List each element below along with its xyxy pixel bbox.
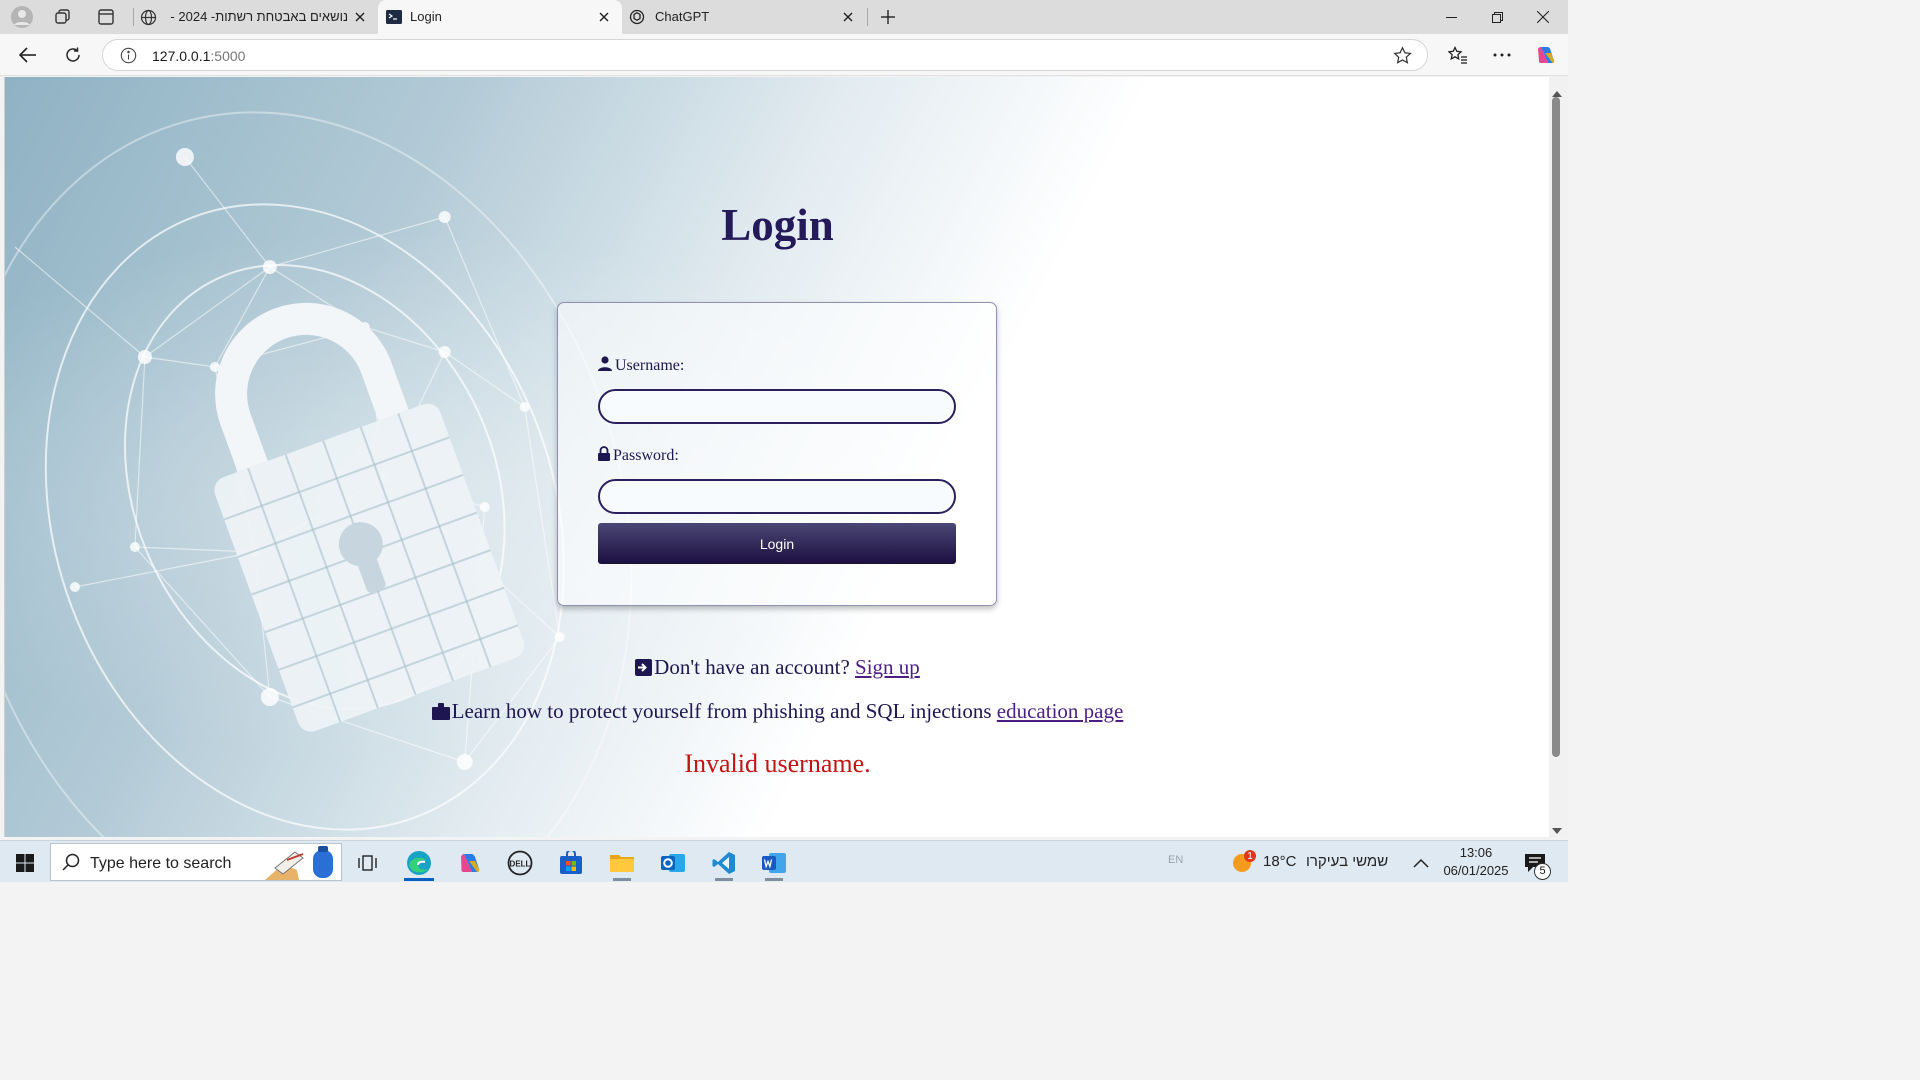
tab-network-security[interactable]: נושאים באבטחת רשתות- 2024 - ר bbox=[134, 0, 378, 34]
file-explorer-icon[interactable] bbox=[601, 845, 643, 881]
url-text: 127.0.0.1:5000 bbox=[152, 48, 246, 64]
windows-start-icon[interactable] bbox=[4, 845, 46, 881]
education-prompt: Learn how to protect yourself from phish… bbox=[451, 699, 992, 723]
lock-icon bbox=[598, 446, 610, 466]
scrollbar-thumb[interactable] bbox=[1552, 97, 1560, 757]
favorite-star-icon[interactable] bbox=[1393, 46, 1412, 70]
workspaces-icon[interactable] bbox=[50, 5, 76, 29]
tab-title: Login bbox=[410, 9, 442, 24]
restore-icon[interactable] bbox=[1474, 0, 1520, 34]
sign-in-arrow-icon bbox=[635, 657, 653, 682]
education-link[interactable]: education page bbox=[997, 699, 1124, 723]
education-line: Learn how to protect yourself from phish… bbox=[5, 699, 1549, 726]
password-field[interactable] bbox=[598, 479, 956, 514]
close-tab-icon[interactable] bbox=[596, 9, 612, 25]
globe-icon bbox=[140, 9, 157, 29]
refresh-icon[interactable] bbox=[58, 41, 88, 69]
search-icon bbox=[62, 853, 80, 876]
new-tab-plus-icon[interactable] bbox=[875, 5, 901, 29]
tab-login[interactable]: Login bbox=[378, 0, 622, 34]
book-icon bbox=[431, 701, 450, 726]
search-placeholder: Type here to search bbox=[90, 855, 232, 872]
show-hidden-icons-chevron-icon[interactable] bbox=[1413, 855, 1429, 873]
username-field[interactable] bbox=[598, 389, 956, 424]
error-message: Invalid username. bbox=[684, 749, 871, 778]
microsoft-store-icon[interactable] bbox=[550, 845, 592, 881]
vertical-tabs-icon[interactable] bbox=[93, 5, 119, 29]
windows-taskbar: Type here to search DELL EN 1 18°C שמשי … bbox=[0, 840, 1568, 882]
minimize-icon[interactable] bbox=[1428, 0, 1474, 34]
profile-avatar-icon[interactable] bbox=[9, 5, 35, 29]
vscode-icon[interactable] bbox=[703, 845, 745, 881]
notification-count-badge: 5 bbox=[1534, 863, 1551, 880]
username-label: Username: bbox=[598, 356, 684, 376]
address-bar[interactable]: 127.0.0.1:5000 bbox=[102, 39, 1428, 71]
tab-title: נושאים באבטחת רשתות- 2024 - ר bbox=[168, 9, 348, 24]
copilot-icon[interactable] bbox=[1531, 41, 1561, 69]
login-form: Username: Password: Login bbox=[557, 302, 997, 606]
signup-prompt: Don't have an account? bbox=[654, 655, 850, 679]
clock-time[interactable]: 13:06 bbox=[1446, 845, 1506, 860]
weather-temperature[interactable]: 18°C bbox=[1263, 853, 1297, 870]
page-title: Login bbox=[721, 200, 834, 250]
signup-line: Don't have an account? Sign up bbox=[5, 655, 1549, 682]
svg-text:DELL: DELL bbox=[510, 860, 531, 869]
back-arrow-icon[interactable] bbox=[13, 41, 43, 69]
taskbar-search[interactable]: Type here to search bbox=[50, 843, 342, 881]
edge-browser-icon[interactable] bbox=[398, 845, 440, 881]
search-highlight-icon bbox=[263, 846, 341, 885]
browser-toolbar: 127.0.0.1:5000 bbox=[0, 34, 1568, 76]
login-button[interactable]: Login bbox=[598, 523, 956, 564]
password-label: Password: bbox=[598, 446, 679, 466]
signup-link[interactable]: Sign up bbox=[855, 655, 920, 679]
chatgpt-icon bbox=[629, 9, 645, 28]
favorites-icon[interactable] bbox=[1443, 41, 1473, 69]
page-content: Login Username: Password: Login Don't ha… bbox=[4, 77, 1549, 837]
close-tab-icon[interactable] bbox=[840, 9, 856, 25]
clock-date[interactable]: 06/01/2025 bbox=[1441, 863, 1511, 878]
close-tab-icon[interactable] bbox=[352, 9, 368, 25]
close-window-icon[interactable] bbox=[1520, 0, 1566, 34]
language-indicator[interactable]: EN bbox=[1168, 854, 1183, 866]
weather-badge: 1 bbox=[1247, 851, 1253, 862]
user-icon bbox=[598, 356, 612, 376]
tab-separator bbox=[867, 8, 868, 26]
tab-title: ChatGPT bbox=[655, 9, 710, 24]
copilot-app-icon[interactable] bbox=[449, 845, 491, 881]
outlook-icon[interactable] bbox=[652, 845, 694, 881]
tab-strip: נושאים באבטחת רשתות- 2024 - ר Login Chat… bbox=[0, 0, 1568, 34]
more-options-icon[interactable] bbox=[1487, 41, 1517, 69]
dell-icon[interactable]: DELL bbox=[499, 845, 541, 881]
weather-condition[interactable]: שמשי בעיקרו bbox=[1306, 853, 1388, 870]
site-info-icon[interactable] bbox=[120, 47, 137, 69]
word-icon[interactable] bbox=[753, 845, 795, 881]
task-view-icon[interactable] bbox=[346, 845, 388, 881]
terminal-icon bbox=[386, 10, 402, 27]
scroll-down-icon[interactable] bbox=[1552, 821, 1562, 839]
page-scrollbar[interactable] bbox=[1549, 77, 1568, 837]
tab-chatgpt[interactable]: ChatGPT bbox=[622, 0, 866, 34]
